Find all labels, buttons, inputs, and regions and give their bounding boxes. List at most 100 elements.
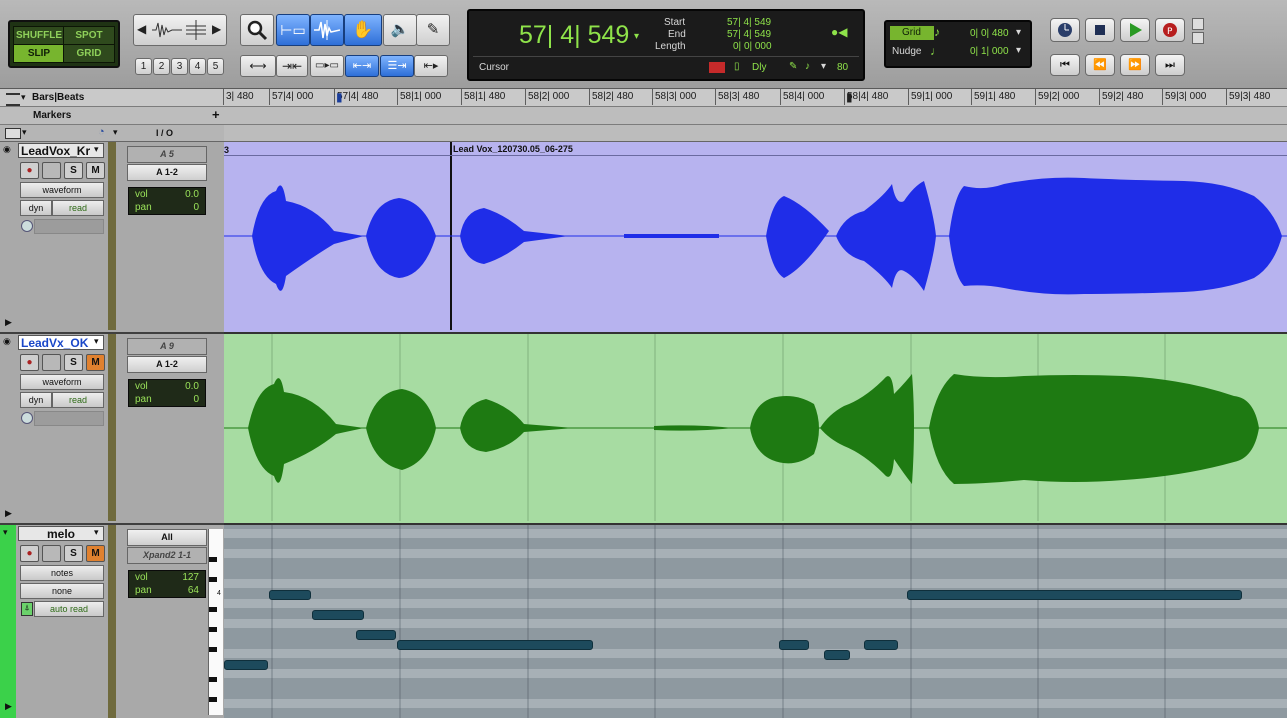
- pencil-small-icon[interactable]: ✎: [789, 61, 797, 72]
- black-key[interactable]: [209, 697, 217, 702]
- ruler-menu-icon[interactable]: [6, 93, 20, 106]
- vol-value[interactable]: 0.0: [185, 380, 199, 393]
- input-monitor-button[interactable]: [42, 354, 61, 371]
- counter-format-arrow-icon[interactable]: ▾: [634, 31, 639, 42]
- solo-button[interactable]: S: [64, 545, 83, 562]
- grid-dropdown-icon[interactable]: ▾: [1016, 27, 1021, 38]
- waveform-zoom-icon[interactable]: [152, 20, 182, 40]
- zoom-toggle[interactable]: ⟷: [240, 55, 276, 77]
- mute-button[interactable]: M: [86, 545, 105, 562]
- spot-mode-button[interactable]: SPOT: [63, 26, 115, 45]
- output-selector[interactable]: A 1-2: [127, 164, 207, 181]
- insertion-follows[interactable]: ⇤▸: [414, 55, 448, 77]
- playlist-field[interactable]: [34, 219, 104, 234]
- tab-to-transients[interactable]: ⇥⇤: [276, 55, 308, 77]
- track-height-icon[interactable]: [184, 20, 208, 40]
- end-value[interactable]: 57| 4| 549: [727, 29, 771, 40]
- track-collapse-icon[interactable]: ◉: [3, 144, 11, 155]
- grid-label[interactable]: Grid: [890, 26, 934, 40]
- slip-mode-button[interactable]: SLIP: [13, 44, 65, 63]
- pan-value[interactable]: 0: [193, 201, 199, 214]
- zoom-in-icon[interactable]: ▶: [212, 22, 221, 36]
- vol-pan-display[interactable]: vol 127 pan 64: [128, 570, 206, 598]
- vol-pan-display[interactable]: vol 0.0 pan 0: [128, 187, 206, 215]
- output-selector[interactable]: Xpand2 1-1: [127, 547, 207, 564]
- pre-post-roll-icon[interactable]: [709, 62, 725, 73]
- start-value[interactable]: 57| 4| 549: [727, 17, 771, 28]
- stop-button[interactable]: [1085, 18, 1115, 42]
- track-collapse-icon[interactable]: ◉: [3, 336, 11, 347]
- black-key[interactable]: [209, 647, 217, 652]
- black-key[interactable]: [209, 627, 217, 632]
- midi-input-icon[interactable]: ●◀: [831, 25, 847, 39]
- mirrored-midi-editing[interactable]: ▭▸▭: [310, 55, 344, 77]
- add-marker-icon[interactable]: +: [212, 107, 220, 122]
- input-selector[interactable]: All: [127, 529, 207, 546]
- input-selector[interactable]: A 5: [127, 146, 207, 163]
- black-key[interactable]: [209, 677, 217, 682]
- midi-note[interactable]: [864, 640, 898, 650]
- input-selector[interactable]: A 9: [127, 338, 207, 355]
- midi-note[interactable]: [779, 640, 809, 650]
- transport-toggle-bottom[interactable]: [1192, 32, 1204, 44]
- scrubber-tool[interactable]: 🔈: [383, 14, 417, 46]
- nudge-dropdown-icon[interactable]: ▾: [1016, 45, 1021, 56]
- play-button[interactable]: [1120, 18, 1150, 42]
- midi-note[interactable]: [224, 660, 268, 670]
- mute-button[interactable]: M: [86, 354, 105, 371]
- main-counter-value[interactable]: 57| 4| 549: [519, 21, 629, 50]
- pan-value[interactable]: 0: [193, 393, 199, 406]
- ruler-dropdown-icon[interactable]: ▾: [21, 92, 26, 103]
- zoom-preset-5[interactable]: 5: [207, 58, 224, 75]
- clip-name[interactable]: Lead Vox_120730.05_06-275: [453, 144, 573, 154]
- automation-mode-selector[interactable]: read: [52, 200, 104, 216]
- midi-note[interactable]: [824, 650, 850, 660]
- playlist-field[interactable]: [34, 411, 104, 426]
- fast-forward-button[interactable]: ⏩: [1120, 54, 1150, 76]
- zoom-preset-1[interactable]: 1: [135, 58, 152, 75]
- black-key[interactable]: [209, 607, 217, 612]
- track-name[interactable]: LeadVx_OK: [18, 335, 104, 350]
- vol-value[interactable]: 0.0: [185, 188, 199, 201]
- track-name[interactable]: melo: [18, 526, 104, 541]
- solo-button[interactable]: S: [64, 354, 83, 371]
- solo-button[interactable]: S: [64, 162, 83, 179]
- length-value[interactable]: 0| 0| 000: [733, 41, 772, 52]
- midi-note[interactable]: [397, 640, 593, 650]
- go-to-end-button[interactable]: ⏭: [1155, 54, 1185, 76]
- track-name[interactable]: LeadVox_Kr: [18, 143, 104, 158]
- track-collapse-icon[interactable]: ▾: [3, 527, 8, 538]
- record-enable-button[interactable]: ●: [20, 162, 39, 179]
- nudge-label[interactable]: Nudge: [892, 46, 921, 57]
- playlist-icon[interactable]: [21, 412, 33, 424]
- midi-lane-melo[interactable]: [224, 525, 1287, 718]
- zoom-preset-2[interactable]: 2: [153, 58, 170, 75]
- zoom-preset-4[interactable]: 4: [189, 58, 206, 75]
- track-options-icon[interactable]: [5, 128, 21, 139]
- link-timeline-edit[interactable]: ⇤⇥: [345, 55, 379, 77]
- rewind-button[interactable]: ⏪: [1085, 54, 1115, 76]
- black-key[interactable]: [209, 557, 217, 562]
- vol-value[interactable]: 127: [182, 571, 199, 584]
- expand-track-icon[interactable]: ▶: [5, 508, 12, 519]
- midi-note[interactable]: [356, 630, 396, 640]
- pan-value[interactable]: 64: [188, 584, 199, 597]
- transport-toggle-top[interactable]: [1192, 18, 1204, 30]
- nudge-dropdown-arrow-icon[interactable]: ▾: [821, 61, 826, 72]
- timebase-icon[interactable]: ◔: [98, 126, 105, 138]
- link-track-edit[interactable]: ☰⇥: [380, 55, 414, 77]
- mute-button[interactable]: M: [86, 162, 105, 179]
- shuffle-mode-button[interactable]: SHUFFLE: [13, 26, 65, 45]
- track-name-dropdown-icon[interactable]: ▾: [94, 336, 99, 347]
- automation-mode-selector[interactable]: read: [52, 392, 104, 408]
- expand-track-icon[interactable]: ▶: [5, 701, 12, 712]
- return-to-zero-button[interactable]: ⏮: [1050, 54, 1080, 76]
- track-name-dropdown-icon[interactable]: ▾: [94, 144, 99, 155]
- zoomer-tool[interactable]: [240, 14, 274, 46]
- track-view-selector[interactable]: waveform: [20, 374, 104, 390]
- track-name-dropdown-icon[interactable]: ▾: [94, 527, 99, 538]
- automation-lock-icon[interactable]: ⍋: [21, 602, 33, 616]
- zoom-controls[interactable]: ◀ ▶: [133, 14, 227, 46]
- online-button[interactable]: [1050, 18, 1080, 42]
- audio-lane-leadvx-ok[interactable]: [224, 334, 1287, 525]
